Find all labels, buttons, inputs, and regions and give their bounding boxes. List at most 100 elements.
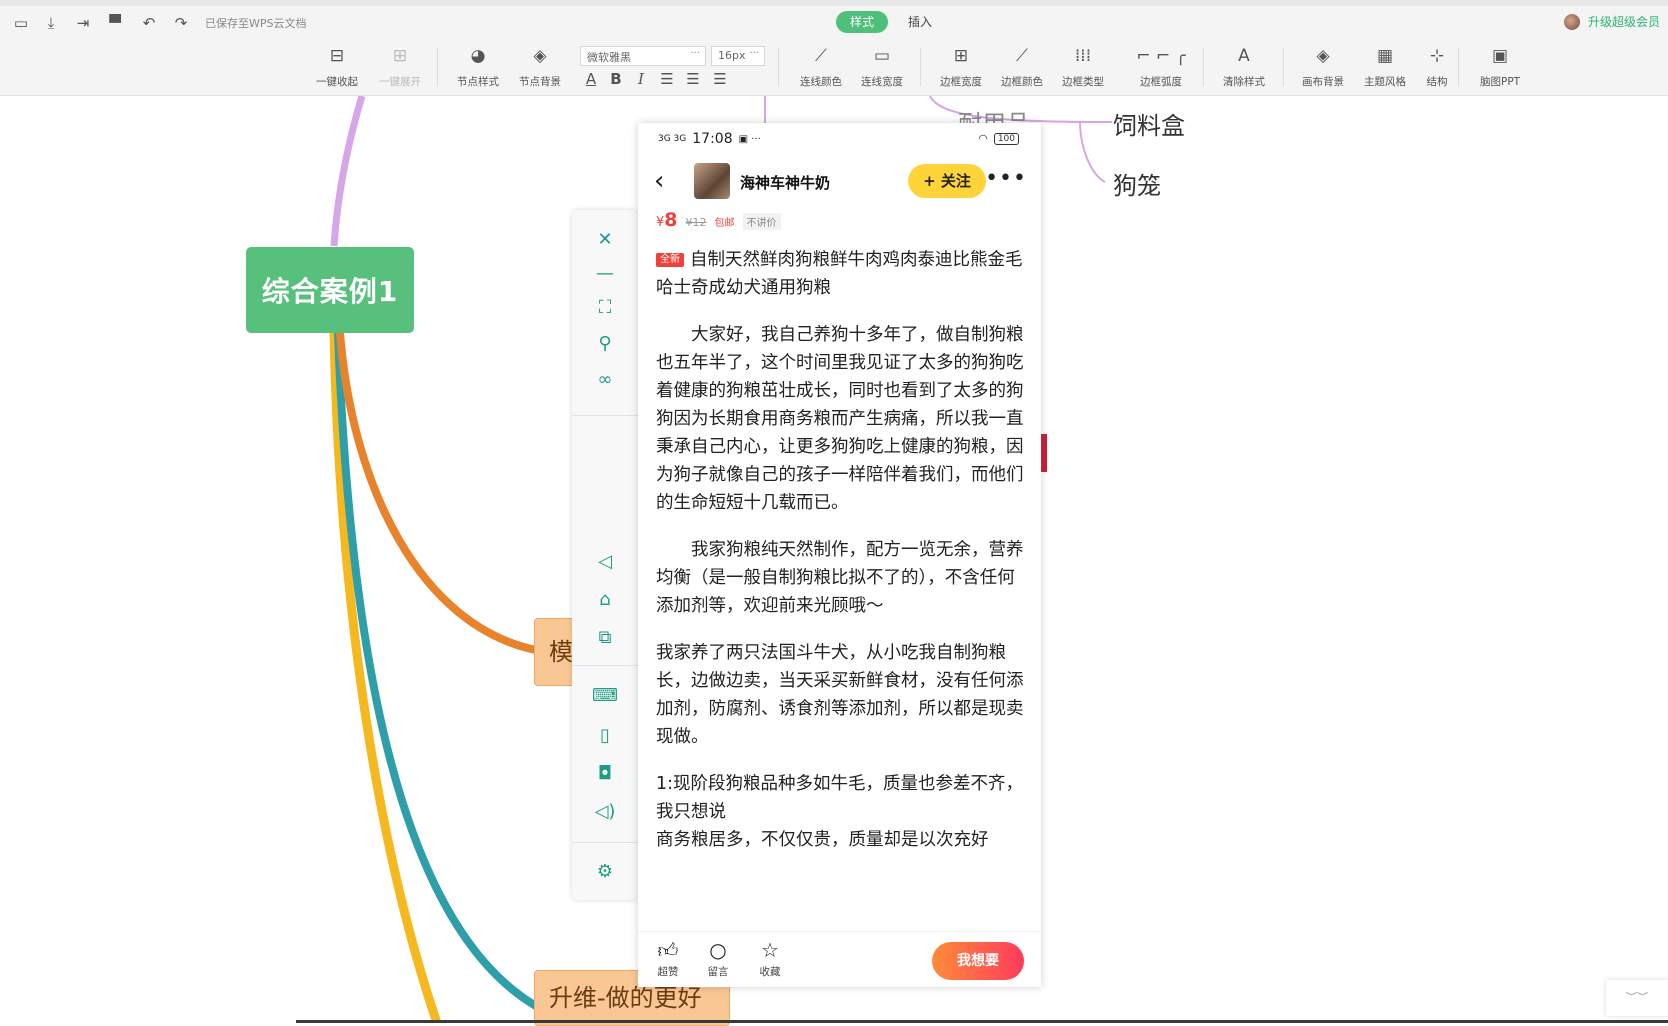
- mindmap-ppt-button[interactable]: ▣ 脑图PPT: [1480, 44, 1520, 90]
- export-icon[interactable]: ⇥: [74, 14, 92, 32]
- line-width-button[interactable]: ▭ 连线宽度: [861, 44, 903, 90]
- close-icon[interactable]: ✕: [592, 226, 618, 252]
- signal-indicator: 3G 3G: [658, 134, 687, 144]
- upgrade-vip[interactable]: 升级超级会员: [1563, 13, 1660, 30]
- format-painter-icon[interactable]: ▀: [106, 14, 124, 32]
- comment-label: 留言: [707, 966, 729, 978]
- camera-icon[interactable]: ◘: [592, 760, 618, 786]
- node-style-label: 节点样式: [457, 76, 499, 88]
- wifi-icon: ◠: [978, 132, 988, 145]
- battery-indicator: 100: [993, 132, 1019, 145]
- border-radius-label: 边框弧度: [1140, 76, 1182, 88]
- canvas-background-button[interactable]: ◈ 画布背景: [1302, 44, 1344, 90]
- download-icon[interactable]: ⤓: [42, 14, 60, 32]
- chat-bubble-icon: ○: [709, 938, 727, 962]
- border-type-button[interactable]: ⁞⁞⁞ 边框类型: [1062, 44, 1104, 90]
- status-time: 17:08: [692, 131, 733, 147]
- expand-all-button[interactable]: ⊞ 一键展开: [379, 44, 421, 90]
- save-status: 已保存至WPS云文档: [205, 17, 307, 30]
- theme-icon: ▦: [1376, 46, 1394, 66]
- corner-widget[interactable]: ︶︶: [1606, 980, 1668, 1016]
- divider: [572, 415, 638, 416]
- align-left-icon[interactable]: ☰: [658, 70, 676, 88]
- keyboard-icon[interactable]: ⌨: [592, 682, 618, 708]
- font-family-value: 微软雅黑: [587, 51, 631, 64]
- font-size-value: 16px: [718, 49, 746, 62]
- structure-label: 结构: [1426, 76, 1448, 88]
- line-width-label: 连线宽度: [861, 76, 903, 88]
- italic-button[interactable]: I: [632, 70, 650, 88]
- node-background-button[interactable]: ◈ 节点背景: [519, 44, 561, 90]
- volume-icon[interactable]: ◁): [592, 798, 618, 824]
- link-add-icon[interactable]: ∞: [592, 366, 618, 392]
- line-width-icon: ▭: [873, 46, 891, 66]
- mindmap-ppt-label: 脑图PPT: [1480, 76, 1521, 88]
- paragraph-text: 我家狗粮纯天然制作，配方一览无余，营养均衡（是一般自制狗粮比拟不了的），不含任何…: [656, 540, 1024, 616]
- paragraph-text: 我家养了两只法国斗牛犬，从小吃我自制狗粮长，边做边卖，当天采买新鲜食材，没有任何…: [656, 643, 1024, 747]
- border-radius-button[interactable]: ⌐ ⌐ ╭ 边框弧度: [1131, 44, 1191, 90]
- clear-style-button[interactable]: A 清除样式: [1223, 44, 1265, 90]
- border-color-button[interactable]: ⟋ 边框颜色: [1001, 44, 1043, 90]
- line-color-label: 连线颜色: [800, 76, 842, 88]
- border-type-icon: ⁞⁞⁞: [1074, 46, 1092, 66]
- user-avatar[interactable]: [1563, 13, 1580, 30]
- settings-icon[interactable]: ⚙: [592, 858, 618, 884]
- pin-icon[interactable]: ⚲: [592, 330, 618, 356]
- free-shipping-tag: 包邮: [714, 218, 735, 229]
- item-title-para: 全新 自制天然鲜肉狗粮鲜牛肉鸡肉泰迪比熊金毛哈士奇成幼犬通用狗粮: [656, 246, 1026, 302]
- home-icon[interactable]: ⌂: [592, 586, 618, 612]
- fullscreen-icon[interactable]: ⛶: [592, 294, 618, 320]
- want-it-button[interactable]: 我想要: [932, 942, 1024, 980]
- align-right-icon[interactable]: ☰: [711, 70, 729, 88]
- comment-button[interactable]: ○ 留言: [696, 938, 740, 979]
- undo-icon[interactable]: ↶: [140, 14, 158, 32]
- favorite-button[interactable]: ☆ 收藏: [748, 938, 792, 979]
- node-style-button[interactable]: ◕ 节点样式: [457, 44, 499, 90]
- leaf-line-2: [1079, 121, 1106, 183]
- expand-icon: ⊞: [392, 46, 408, 66]
- more-options-icon[interactable]: •••: [985, 166, 1027, 191]
- tab-insert[interactable]: 插入: [894, 11, 946, 33]
- theme-style-button[interactable]: ▦ 主题风格: [1364, 44, 1406, 90]
- font-size-select[interactable]: 16px ···: [711, 46, 765, 66]
- divider: [920, 48, 921, 86]
- paragraph-text: 1:现阶段狗粮品种多如牛毛，质量也参差不齐，我只想说: [656, 774, 1024, 822]
- window-icon[interactable]: ▭: [12, 14, 30, 32]
- border-width-label: 边框宽度: [940, 76, 982, 88]
- eye-closed-icon: ︶︶: [1626, 991, 1648, 1004]
- font-color-button[interactable]: A: [582, 70, 600, 88]
- description-paragraph: 大家好，我自己养狗十多年了，做自制狗粮也五年半了，这个时间里我见证了太多的狗狗吃…: [656, 321, 1026, 517]
- tab-style[interactable]: 样式: [836, 11, 889, 33]
- bold-button[interactable]: B: [607, 70, 625, 88]
- leaf-node-partial[interactable]: 耐用品: [958, 104, 1030, 124]
- status-bar-left: 3G 3G 17:08 ▣ ···: [658, 131, 761, 147]
- seller-avatar[interactable]: [694, 163, 730, 199]
- minimize-icon[interactable]: —: [592, 260, 618, 286]
- paragraph-text: 大家好，我自己养狗十多年了，做自制狗粮也五年半了，这个时间里我见证了太多的狗狗吃…: [656, 325, 1024, 513]
- root-node[interactable]: 综合案例1: [246, 247, 414, 333]
- follow-button[interactable]: + 关注: [908, 164, 986, 198]
- leaf-node-dog-cage[interactable]: 狗笼: [1113, 166, 1161, 201]
- collapse-all-button[interactable]: ⊟ 一键收起: [316, 44, 358, 90]
- font-family-select[interactable]: 微软雅黑 ···: [580, 46, 706, 66]
- status-bar-right: ◠ 100: [978, 132, 1019, 145]
- border-width-button[interactable]: ⊞ 边框宽度: [940, 44, 982, 90]
- multi-window-icon[interactable]: ⧉: [592, 624, 618, 650]
- border-width-icon: ⊞: [953, 46, 969, 66]
- back-arrow-icon[interactable]: ‹: [654, 168, 664, 194]
- top-toolbar: ▭ ⤓ ⇥ ▀ ↶ ↷ 已保存至WPS云文档 样式 插入 升级超级会员 ⊟ 一键…: [0, 0, 1668, 96]
- divider: [572, 842, 638, 843]
- favorite-label: 收藏: [759, 966, 781, 978]
- back-icon[interactable]: ◁: [592, 548, 618, 574]
- like-button[interactable]: 👍︎ 超赞: [646, 938, 690, 979]
- item-description[interactable]: 全新 自制天然鲜肉狗粮鲜牛肉鸡肉泰迪比熊金毛哈士奇成幼犬通用狗粮 大家好，我自己养…: [656, 246, 1026, 926]
- leaf-node-feed-box[interactable]: 饲料盒: [1113, 106, 1185, 141]
- redo-icon[interactable]: ↷: [172, 14, 190, 32]
- seller-name[interactable]: 海神车神牛奶: [740, 172, 830, 193]
- structure-button[interactable]: ⊹ 结构: [1425, 44, 1449, 90]
- align-center-icon[interactable]: ☰: [684, 70, 702, 88]
- title-strip: [0, 0, 1668, 6]
- line-color-button[interactable]: ⟋ 连线颜色: [800, 44, 842, 90]
- current-price: ¥8: [656, 209, 678, 231]
- rotate-icon[interactable]: ▯: [592, 722, 618, 748]
